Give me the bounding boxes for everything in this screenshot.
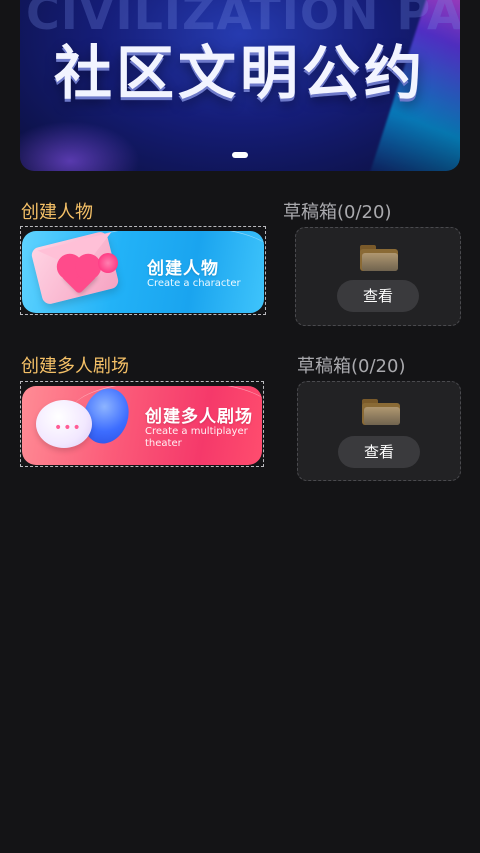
carousel-dot-icon bbox=[232, 152, 248, 158]
create-character-card[interactable]: 创建人物 Create a character bbox=[20, 226, 266, 315]
view-character-drafts-button[interactable]: 查看 bbox=[337, 280, 419, 312]
view-theater-drafts-button[interactable]: 查看 bbox=[338, 436, 420, 468]
create-character-subtitle: Create a character bbox=[147, 278, 241, 289]
character-draft-title: 草稿箱(0/20) bbox=[283, 202, 392, 223]
create-theater-title: 创建多人剧场 bbox=[21, 356, 129, 377]
character-draft-box[interactable]: 查看 bbox=[295, 227, 461, 326]
create-character-heading: 创建人物 bbox=[147, 259, 219, 279]
rose-icon bbox=[98, 253, 118, 273]
community-pact-banner[interactable]: CIVILIZATION PACT 社区文明公约 bbox=[20, 0, 460, 171]
theater-draft-title: 草稿箱(0/20) bbox=[297, 356, 406, 377]
folder-icon bbox=[360, 245, 398, 271]
create-character-title: 创建人物 bbox=[21, 202, 93, 223]
folder-icon bbox=[362, 399, 400, 425]
create-theater-card[interactable]: ••• 创建多人剧场 Create a multiplayer theater bbox=[20, 381, 264, 467]
banner-title: 社区文明公约 bbox=[53, 39, 426, 107]
create-theater-subtitle: Create a multiplayer theater bbox=[145, 426, 248, 449]
create-page: CIVILIZATION PACT 社区文明公约 创建人物 草稿箱(0/20) … bbox=[0, 0, 480, 853]
theater-draft-box[interactable]: 查看 bbox=[297, 381, 461, 481]
create-theater-heading: 创建多人剧场 bbox=[145, 407, 253, 427]
create-theater-card-body: ••• 创建多人剧场 Create a multiplayer theater bbox=[22, 386, 262, 465]
typing-dots-icon: ••• bbox=[54, 420, 82, 436]
create-character-card-body: 创建人物 Create a character bbox=[22, 231, 264, 313]
banner-glow bbox=[20, 121, 140, 171]
